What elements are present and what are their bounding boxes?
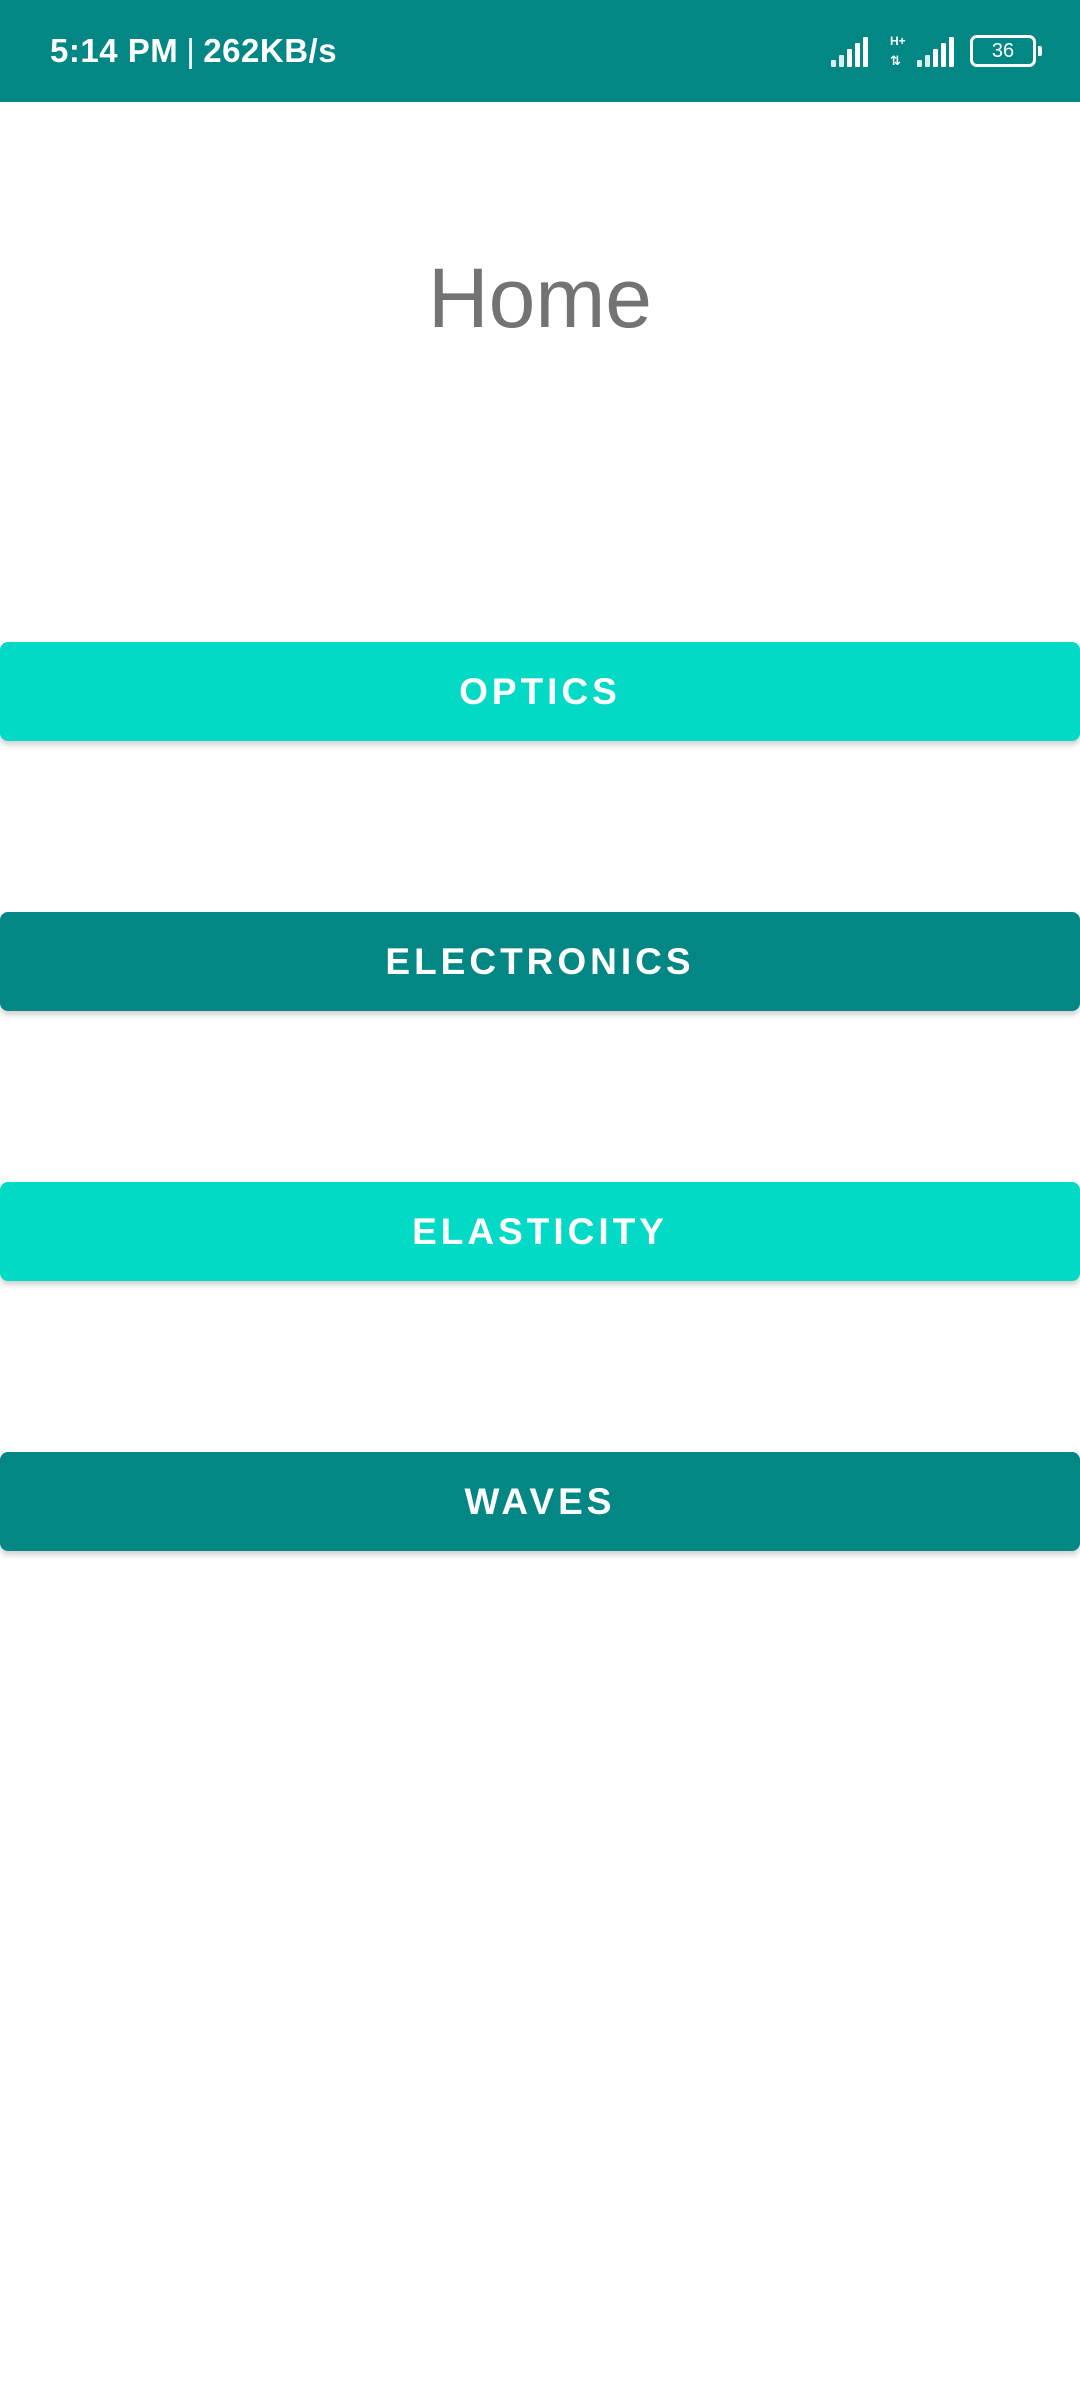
data-arrows-icon: ⇅ [890,53,901,68]
network-type-label: H+ [890,34,906,48]
electronics-button[interactable]: ELECTRONICS [0,912,1080,1011]
signal-strength-icon [828,35,868,67]
network-type-icon: H+ ⇅ [890,35,912,67]
signal-strength-icon-2 [914,35,954,67]
waves-button[interactable]: WAVES [0,1452,1080,1551]
elasticity-button[interactable]: ELASTICITY [0,1182,1080,1281]
page-title: Home [427,251,653,345]
optics-button[interactable]: OPTICS [0,642,1080,741]
status-net-speed: 262KB/s [203,32,338,69]
battery-icon: 36 [970,35,1042,67]
status-time: 5:14 PM [50,32,179,69]
status-bar: 5:14 PM | 262KB/s H+ ⇅ 36 [0,0,1080,102]
status-left: 5:14 PM | 262KB/s [50,0,337,102]
app-screen: 5:14 PM | 262KB/s H+ ⇅ 36 Home OPTICS EL… [0,0,1080,2400]
status-right: H+ ⇅ 36 [828,0,1042,102]
status-separator: | [186,32,196,69]
battery-level: 36 [991,39,1015,62]
